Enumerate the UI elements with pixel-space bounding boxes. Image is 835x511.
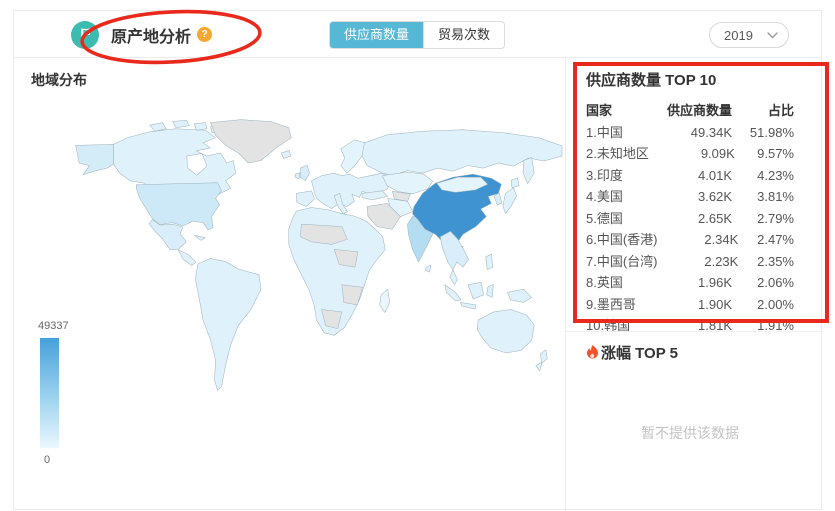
row-count: 2.34K xyxy=(704,232,739,247)
empty-data-text: 暂不提供该数据 xyxy=(641,425,739,441)
row-country: 2.未知地区 xyxy=(586,146,649,161)
col-header-country: 国家 xyxy=(586,103,613,118)
row-share: 2.47% xyxy=(757,232,794,247)
row-country: 5.德国 xyxy=(586,210,623,226)
row-country: 3.印度 xyxy=(586,167,623,183)
rise-top5-label: 涨幅 TOP 5 xyxy=(601,345,678,362)
year-dropdown-value: 2019 xyxy=(724,27,753,43)
table-row: 3.印度 4.01K 4.23% xyxy=(586,165,794,187)
row-country: 7.中国(台湾) xyxy=(586,253,658,269)
row-share: 2.00% xyxy=(757,296,794,312)
row-share: 2.06% xyxy=(757,275,794,290)
row-share: 51.98% xyxy=(749,124,794,140)
row-count: 1.96K xyxy=(698,275,732,290)
origin-analysis-card: 原产地分析 ? 供应商数量 贸易次数 2019 地域分布 49337 0 供应商… xyxy=(13,9,829,511)
row-country: 8.英国 xyxy=(586,275,623,290)
table-row: 8.英国 1.96K 2.06% xyxy=(586,272,794,294)
row-country: 4.美国 xyxy=(586,189,623,204)
row-country: 6.中国(香港) xyxy=(586,232,658,247)
metric-tabs: 供应商数量 贸易次数 xyxy=(329,21,506,49)
row-share: 3.81% xyxy=(757,189,794,204)
row-count: 2.65K xyxy=(698,210,732,226)
row-country: 1.中国 xyxy=(586,124,623,140)
table-row: 6.中国(香港) 2.34K 2.47% xyxy=(586,229,794,251)
tab-trade-count[interactable]: 贸易次数 xyxy=(423,22,504,48)
map-panel: 地域分布 49337 0 xyxy=(14,58,566,511)
col-header-share: 占比 xyxy=(767,103,794,118)
rise-top5-title: 涨幅 TOP 5 xyxy=(586,342,794,363)
row-share: 2.79% xyxy=(757,210,794,226)
row-share: 9.57% xyxy=(757,146,794,161)
flag-icon xyxy=(71,20,99,49)
row-share: 2.35% xyxy=(757,253,794,269)
table-row: 2.未知地区 9.09K 9.57% xyxy=(586,143,794,165)
row-count: 1.90K xyxy=(698,296,732,312)
help-icon[interactable]: ? xyxy=(197,27,213,42)
table-row: 5.德国 2.65K 2.79% xyxy=(586,208,794,230)
rise-top5-block: 涨幅 TOP 5 暂不提供该数据 xyxy=(566,331,823,443)
row-count: 49.34K xyxy=(690,124,732,140)
year-dropdown[interactable]: 2019 xyxy=(709,22,789,48)
legend-gradient-bar xyxy=(40,338,59,448)
table-row: 1.中国 49.34K 51.98% xyxy=(586,122,794,144)
stats-side-panel: 供应商数量 TOP 10 国家 供应商数量 占比 1.中国 49.34K 51.… xyxy=(566,58,829,511)
card-header: 原产地分析 ? 供应商数量 贸易次数 2019 xyxy=(14,9,821,65)
map-legend: 49337 0 xyxy=(36,320,92,466)
table-row: 4.美国 3.62K 3.81% xyxy=(586,186,794,208)
map-panel-title: 地域分布 xyxy=(31,72,87,88)
table-header-row: 国家 供应商数量 占比 xyxy=(586,100,794,122)
chevron-down-icon xyxy=(767,31,778,38)
table-row: 7.中国(台湾) 2.23K 2.35% xyxy=(586,251,794,273)
row-count: 4.01K xyxy=(698,167,732,183)
row-country: 9.墨西哥 xyxy=(586,296,636,312)
legend-max-label: 49337 xyxy=(38,320,69,332)
flame-icon xyxy=(586,345,599,360)
page-title: 原产地分析 xyxy=(111,28,192,46)
row-count: 2.23K xyxy=(704,253,739,269)
legend-min-label: 0 xyxy=(44,454,51,466)
top10-title: 供应商数量 TOP 10 xyxy=(586,72,717,89)
tab-supplier-count[interactable]: 供应商数量 xyxy=(330,22,424,48)
row-count: 3.62K xyxy=(698,189,732,204)
world-choropleth-map[interactable] xyxy=(59,116,564,402)
row-count: 9.09K xyxy=(700,146,735,161)
title-group: 原产地分析 ? xyxy=(71,9,262,65)
row-share: 4.23% xyxy=(757,167,794,183)
col-header-count: 供应商数量 xyxy=(666,103,732,118)
table-row: 9.墨西哥 1.90K 2.00% xyxy=(586,294,794,316)
top10-block: 供应商数量 TOP 10 国家 供应商数量 占比 1.中国 49.34K 51.… xyxy=(566,58,829,337)
card-body: 地域分布 49337 0 供应商数量 TOP 10 国家 供应商数量 占比 1.… xyxy=(14,58,829,511)
